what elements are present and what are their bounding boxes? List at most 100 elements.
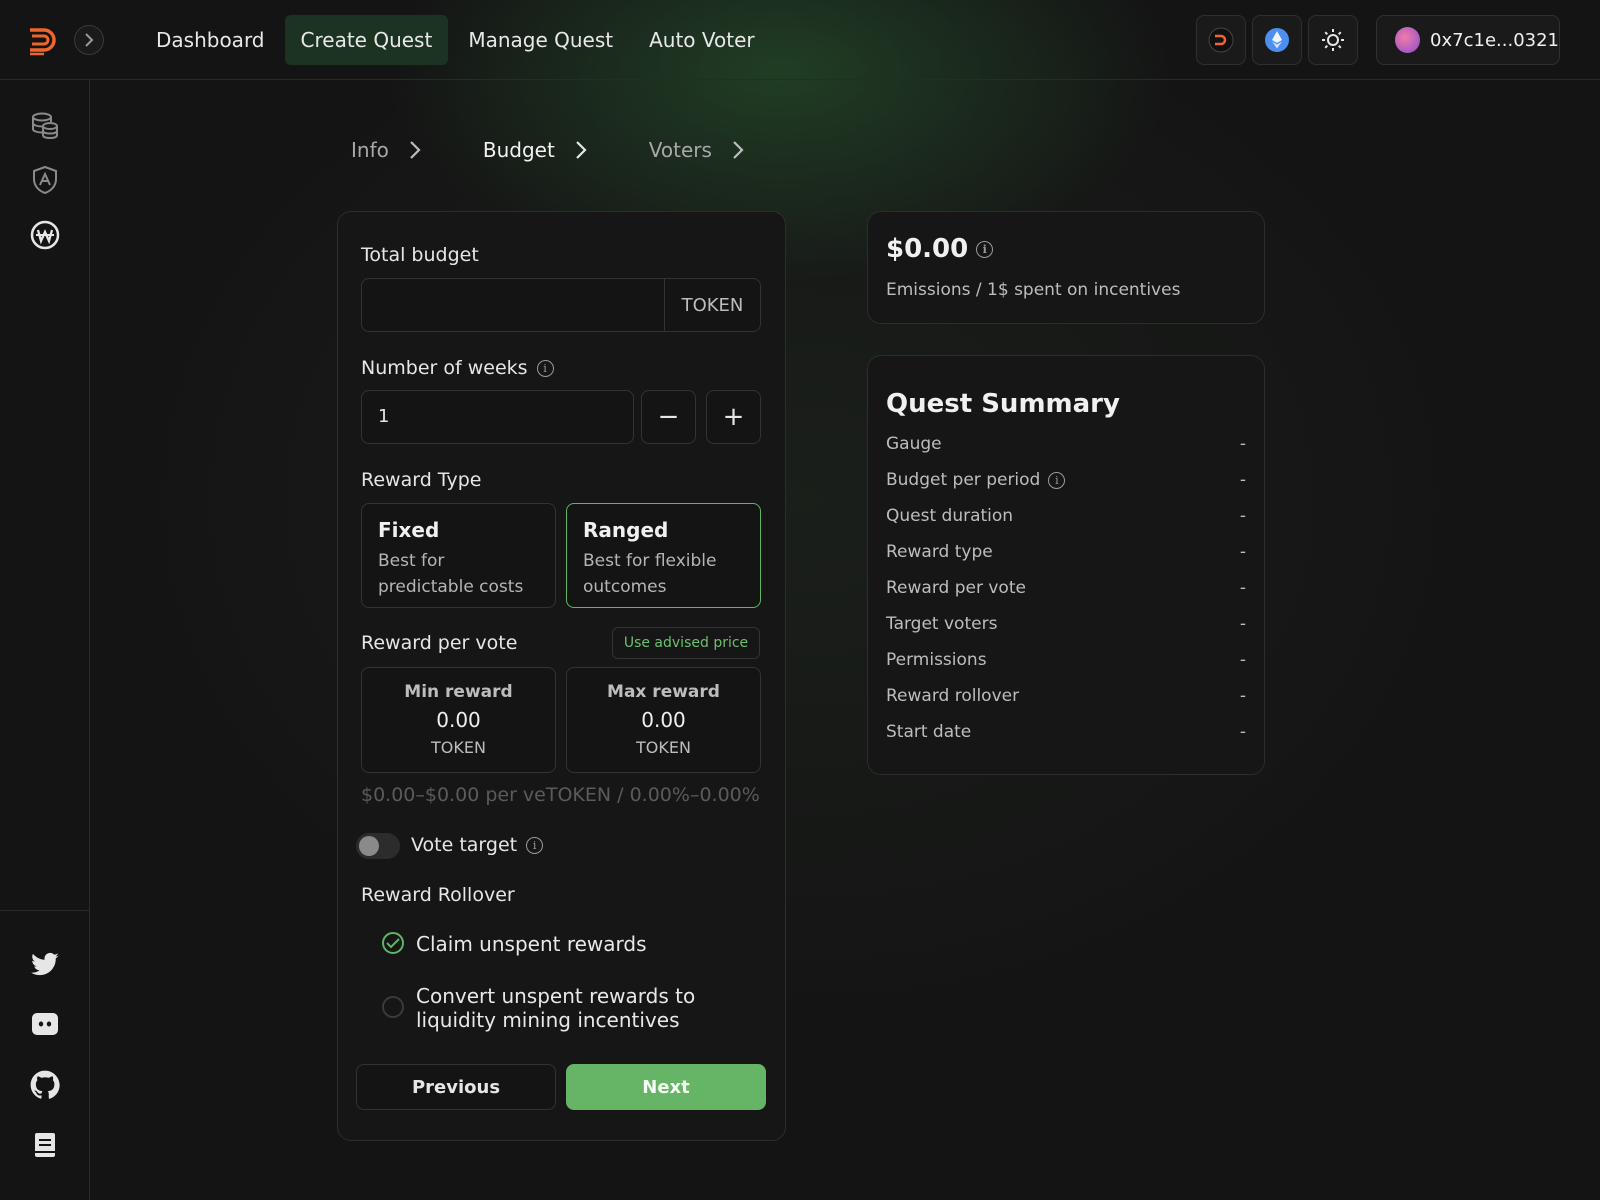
emissions-caption: Emissions / 1$ spent on incentives: [886, 280, 1181, 300]
next-button[interactable]: Next: [566, 1064, 766, 1110]
reward-type-title: Fixed: [378, 518, 440, 542]
summary-row-budget-per-period: Budget per period i -: [886, 470, 1246, 490]
previous-button[interactable]: Previous: [356, 1064, 556, 1110]
total-budget-label: Total budget: [361, 244, 479, 266]
nav-manage-quest[interactable]: Manage Quest: [452, 15, 629, 65]
step-info[interactable]: Info: [351, 138, 421, 162]
protocol-selector-button[interactable]: [1196, 15, 1246, 65]
summary-key-wrap: Budget per period i: [886, 470, 1066, 490]
emissions-value-row: $0.00 i: [886, 234, 994, 264]
protocol-logo-icon: [1208, 27, 1234, 53]
step-voters[interactable]: Voters: [649, 138, 744, 162]
theme-toggle-button[interactable]: [1308, 15, 1358, 65]
sidebar: [0, 80, 90, 1200]
weeks-value: 1: [378, 406, 390, 427]
info-icon[interactable]: i: [976, 240, 994, 258]
summary-key: Budget per period: [886, 470, 1041, 490]
app-logo-icon[interactable]: [28, 24, 60, 56]
chevron-right-icon: [576, 141, 587, 159]
twitter-link[interactable]: [30, 950, 60, 980]
reward-type-fixed-option[interactable]: Fixed Best for predictable costs: [361, 503, 556, 608]
weeks-label-row: Number of weeks i: [361, 357, 554, 379]
step-info-label: Info: [351, 138, 389, 162]
rollover-claim-option[interactable]: Claim unspent rewards: [382, 932, 647, 956]
max-reward-box[interactable]: Max reward 0.00 TOKEN: [566, 667, 761, 773]
use-advised-price-button[interactable]: Use advised price: [612, 627, 760, 659]
reward-type-ranged-option[interactable]: Ranged Best for flexible outcomes: [566, 503, 761, 608]
network-selector-button[interactable]: [1252, 15, 1302, 65]
weeks-increment-button[interactable]: +: [706, 390, 761, 444]
reward-type-desc: Best for flexible outcomes: [583, 551, 717, 597]
weeks-decrement-button[interactable]: −: [641, 390, 696, 444]
summary-row-target-voters: Target voters -: [886, 614, 1246, 634]
discord-icon: [32, 1013, 58, 1035]
summary-value: -: [1239, 434, 1246, 454]
vote-target-toggle[interactable]: [356, 833, 400, 859]
total-budget-token-suffix: TOKEN: [664, 279, 760, 331]
twitter-icon: [31, 952, 59, 976]
sidebar-item-shield[interactable]: [30, 165, 60, 195]
vote-target-label-row: Vote target i: [411, 834, 544, 856]
reward-type-desc: Best for predictable costs: [378, 551, 524, 597]
nav-create-quest[interactable]: Create Quest: [284, 15, 449, 65]
total-budget-input[interactable]: TOKEN: [361, 278, 761, 332]
wallet-button[interactable]: 0x7c1e...0321: [1376, 15, 1560, 65]
max-reward-unit: TOKEN: [636, 738, 691, 757]
summary-row-quest-duration: Quest duration -: [886, 506, 1246, 526]
summary-key: Gauge: [886, 434, 942, 454]
top-bar: Dashboard Create Quest Manage Quest Auto…: [0, 0, 1600, 80]
docs-link[interactable]: [30, 1130, 60, 1160]
discord-link[interactable]: [30, 1010, 60, 1040]
min-reward-title: Min reward: [404, 682, 513, 702]
summary-value: -: [1239, 542, 1246, 562]
sidebar-item-token[interactable]: [30, 220, 60, 250]
info-icon[interactable]: i: [1048, 471, 1066, 489]
summary-key: Start date: [886, 722, 972, 742]
step-voters-label: Voters: [648, 138, 712, 162]
rollover-option-label: Claim unspent rewards: [416, 932, 647, 956]
ethereum-icon: [1265, 28, 1289, 52]
minus-icon: −: [657, 402, 680, 432]
summary-value: -: [1239, 686, 1246, 706]
reward-per-vote-label: Reward per vote: [361, 632, 518, 654]
summary-value: -: [1239, 470, 1246, 490]
min-reward-box[interactable]: Min reward 0.00 TOKEN: [361, 667, 556, 773]
vote-target-label: Vote target: [411, 834, 518, 856]
emissions-card: [867, 211, 1265, 324]
token-w-icon: [30, 220, 60, 250]
summary-key: Reward rollover: [886, 686, 1020, 706]
step-budget[interactable]: Budget: [483, 138, 587, 162]
background-glow: [0, 0, 1600, 1200]
github-link[interactable]: [30, 1070, 60, 1100]
rollover-option-label: Convert unspent rewards to liquidity min…: [416, 984, 696, 1032]
stepper-breadcrumb: Info Budget Voters: [351, 138, 744, 162]
chevron-right-icon: [733, 141, 744, 159]
wallet-address: 0x7c1e...0321: [1430, 29, 1559, 51]
sidebar-item-coins[interactable]: [30, 110, 60, 140]
summary-key: Permissions: [886, 650, 987, 670]
summary-row-gauge: Gauge -: [886, 434, 1246, 454]
min-reward-unit: TOKEN: [431, 738, 486, 757]
nav-dashboard[interactable]: Dashboard: [140, 15, 281, 65]
book-icon: [35, 1133, 55, 1157]
radio-empty-icon: [382, 996, 404, 1018]
rollover-convert-option[interactable]: Convert unspent rewards to liquidity min…: [382, 984, 722, 1032]
reward-type-title: Ranged: [583, 518, 669, 542]
summary-row-permissions: Permissions -: [886, 650, 1246, 670]
emissions-value: $0.00: [886, 234, 969, 264]
reward-rollover-label: Reward Rollover: [361, 884, 515, 906]
summary-value: -: [1239, 506, 1246, 526]
chevron-right-icon: [410, 141, 421, 159]
sun-icon: [1322, 29, 1344, 51]
top-actions: [1196, 15, 1358, 65]
summary-value: -: [1239, 650, 1246, 670]
info-icon[interactable]: i: [536, 359, 554, 377]
summary-row-reward-rollover: Reward rollover -: [886, 686, 1246, 706]
summary-value: -: [1239, 722, 1246, 742]
summary-row-start-date: Start date -: [886, 722, 1246, 742]
nav-auto-voter[interactable]: Auto Voter: [633, 15, 771, 65]
info-icon[interactable]: i: [526, 836, 544, 854]
summary-row-reward-per-vote: Reward per vote -: [886, 578, 1246, 598]
sidebar-expand-button[interactable]: [74, 25, 104, 55]
weeks-input[interactable]: 1: [361, 390, 634, 444]
